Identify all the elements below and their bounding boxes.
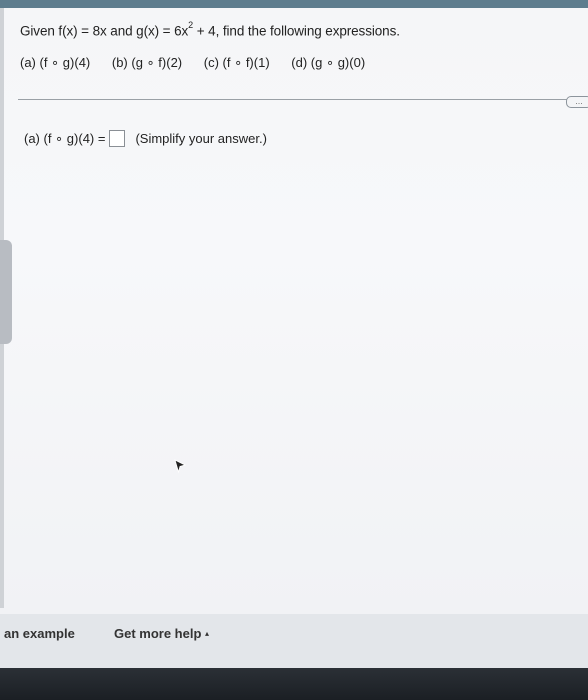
question-tail: + 4, find the following expressions. xyxy=(193,23,400,39)
help-bar xyxy=(0,614,588,668)
part-c: (c) (f ∘ f)(1) xyxy=(203,55,270,70)
question-parts: (a) (f ∘ g)(4) (b) (g ∘ f)(2) (c) (f ∘ f… xyxy=(20,55,383,71)
part-d: (d) (g ∘ g)(0) xyxy=(291,55,366,70)
get-more-help-label: Get more help xyxy=(114,626,202,641)
answer-input[interactable] xyxy=(109,130,126,147)
get-more-help-button[interactable]: Get more help ▴ xyxy=(114,626,209,641)
exponent: 2 xyxy=(188,20,194,30)
answer-row: (a) (f ∘ g)(4) = (Simplify your answer.) xyxy=(24,130,267,147)
top-strip xyxy=(0,0,588,8)
answer-label: (a) (f ∘ g)(4) = xyxy=(24,130,106,146)
scroll-indicator[interactable] xyxy=(0,240,12,344)
bottom-dark-band xyxy=(0,668,588,700)
part-b: (b) (g ∘ f)(2) xyxy=(111,55,183,70)
answer-hint: (Simplify your answer.) xyxy=(135,131,267,146)
more-options-button[interactable]: … xyxy=(566,96,588,108)
divider xyxy=(18,99,568,100)
question-lead: Given f(x) = 8x and g(x) = 6x xyxy=(20,23,189,39)
question-text: Given f(x) = 8x and g(x) = 6x2 + 4, find… xyxy=(20,20,400,39)
mouse-pointer-icon xyxy=(174,459,187,474)
part-a: (a) (f ∘ g)(4) xyxy=(20,55,91,70)
view-example-link[interactable]: an example xyxy=(4,626,75,641)
caret-up-icon: ▴ xyxy=(205,629,210,638)
